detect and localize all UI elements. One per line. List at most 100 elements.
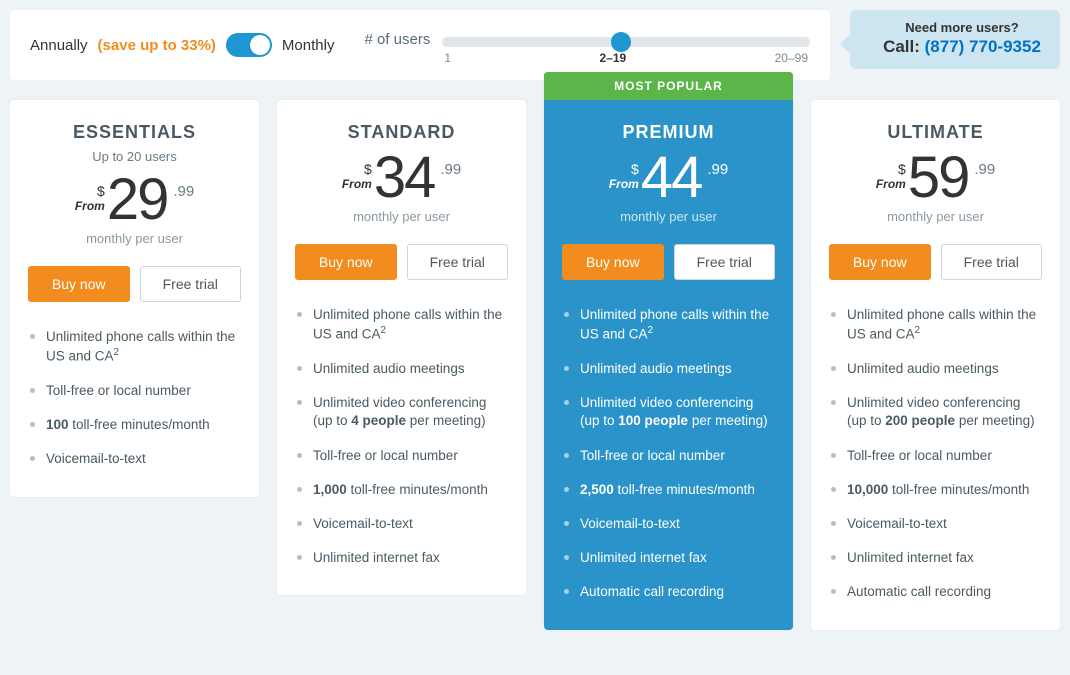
more-users-callout: Need more users? Call: (877) 770-9352 [850, 10, 1060, 69]
topbar: Annually (save up to 33%) Monthly # of u… [0, 0, 1070, 80]
feature-item: Unlimited phone calls within the US and … [564, 298, 773, 352]
buy-now-button[interactable]: Buy now [562, 244, 664, 280]
free-trial-button[interactable]: Free trial [140, 266, 242, 302]
callout-title: Need more users? [880, 20, 1044, 35]
feature-item: 100 toll-free minutes/month [30, 408, 239, 442]
plan-card-premium: MOST POPULAR PREMIUM $ From 44 .99 month… [544, 72, 793, 630]
slider-tick: 20–99 [775, 51, 808, 65]
billing-controls: Annually (save up to 33%) Monthly # of u… [10, 10, 830, 80]
feature-item: Unlimited video conferencing (up to 4 pe… [297, 386, 506, 438]
price-main: 44 [641, 149, 702, 207]
plan-name: ESSENTIALS [20, 122, 249, 143]
dollar-sign: $ [364, 161, 372, 177]
price-row: $ From 34 .99 [287, 149, 516, 207]
feature-item: Unlimited video conferencing (up to 100 … [564, 386, 773, 438]
from-label: From [342, 177, 372, 191]
feature-item: Toll-free or local number [831, 439, 1040, 473]
price-prefix: $ From [609, 149, 639, 191]
call-prefix: Call: [883, 37, 925, 56]
feature-item: Unlimited video conferencing (up to 200 … [831, 386, 1040, 438]
plan-card-ultimate: ULTIMATE $ From 59 .99 monthly per user … [811, 100, 1060, 630]
monthly-label: Monthly [282, 37, 335, 54]
price-row: $ From 59 .99 [821, 149, 1050, 207]
buy-now-button[interactable]: Buy now [295, 244, 397, 280]
free-trial-button[interactable]: Free trial [941, 244, 1043, 280]
slider-tick: 1 [444, 51, 451, 65]
feature-item: Unlimited internet fax [831, 541, 1040, 575]
feature-item: Unlimited phone calls within the US and … [30, 320, 239, 374]
ribbon-most-popular: MOST POPULAR [544, 72, 793, 100]
feature-item: Toll-free or local number [30, 374, 239, 408]
user-slider-group: # of users 1 2–19 20–99 [364, 25, 810, 65]
plan-sub: Up to 20 users [20, 149, 249, 165]
feature-item: Automatic call recording [831, 575, 1040, 609]
feature-item: 10,000 toll-free minutes/month [831, 473, 1040, 507]
price-main: 59 [908, 149, 969, 207]
slider-ticks: 1 2–19 20–99 [442, 51, 810, 65]
feature-item: Unlimited phone calls within the US and … [831, 298, 1040, 352]
phone-number[interactable]: (877) 770-9352 [925, 37, 1041, 56]
feature-item: 1,000 toll-free minutes/month [297, 473, 506, 507]
plan-name: PREMIUM [554, 122, 783, 143]
free-trial-button[interactable]: Free trial [407, 244, 509, 280]
plans-row: ESSENTIALS Up to 20 users $ From 29 .99 … [0, 80, 1070, 630]
button-row: Buy now Free trial [544, 230, 793, 298]
feature-item: Voicemail-to-text [30, 442, 239, 476]
plan-header: ESSENTIALS Up to 20 users $ From 29 .99 … [10, 100, 259, 252]
price-main: 34 [374, 149, 435, 207]
feature-item: Automatic call recording [564, 575, 773, 609]
feature-item: Unlimited audio meetings [564, 352, 773, 386]
plan-card-standard: STANDARD $ From 34 .99 monthly per user … [277, 100, 526, 595]
billing-toggle-group: Annually (save up to 33%) Monthly [30, 33, 334, 57]
button-row: Buy now Free trial [10, 252, 259, 320]
feature-item: Unlimited audio meetings [831, 352, 1040, 386]
dollar-sign: $ [631, 161, 639, 177]
feature-list: Unlimited phone calls within the US and … [277, 298, 526, 575]
feature-item: Voicemail-to-text [831, 507, 1040, 541]
plan-card-essentials: ESSENTIALS Up to 20 users $ From 29 .99 … [10, 100, 259, 497]
buy-now-button[interactable]: Buy now [829, 244, 931, 280]
feature-item: Unlimited internet fax [297, 541, 506, 575]
slider-handle[interactable] [611, 32, 631, 52]
feature-item: Voicemail-to-text [297, 507, 506, 541]
feature-list: Unlimited phone calls within the US and … [10, 320, 259, 477]
button-row: Buy now Free trial [277, 230, 526, 298]
feature-item: Voicemail-to-text [564, 507, 773, 541]
price-cents: .99 [703, 149, 728, 178]
price-cents: .99 [169, 171, 194, 200]
price-unit: monthly per user [821, 209, 1050, 224]
slider-wrap: 1 2–19 20–99 [442, 25, 810, 65]
plan-name: ULTIMATE [821, 122, 1050, 143]
price-prefix: $ From [342, 149, 372, 191]
feature-item: Unlimited internet fax [564, 541, 773, 575]
feature-item: 2,500 toll-free minutes/month [564, 473, 773, 507]
from-label: From [876, 177, 906, 191]
price-unit: monthly per user [554, 209, 783, 224]
annually-label: Annually [30, 37, 88, 54]
price-unit: monthly per user [287, 209, 516, 224]
feature-list: Unlimited phone calls within the US and … [544, 298, 793, 610]
from-label: From [609, 177, 639, 191]
price-prefix: $ From [876, 149, 906, 191]
feature-item: Unlimited phone calls within the US and … [297, 298, 506, 352]
user-slider[interactable] [442, 37, 810, 47]
buy-now-button[interactable]: Buy now [28, 266, 130, 302]
price-cents: .99 [436, 149, 461, 178]
feature-item: Toll-free or local number [564, 439, 773, 473]
free-trial-button[interactable]: Free trial [674, 244, 776, 280]
dollar-sign: $ [898, 161, 906, 177]
save-text: (save up to 33%) [98, 37, 216, 54]
billing-toggle[interactable] [226, 33, 272, 57]
plan-name: STANDARD [287, 122, 516, 143]
price-main: 29 [107, 171, 168, 229]
feature-item: Unlimited audio meetings [297, 352, 506, 386]
price-row: $ From 29 .99 [20, 171, 249, 229]
price-prefix: $ From [75, 171, 105, 213]
price-row: $ From 44 .99 [554, 149, 783, 207]
plan-header: STANDARD $ From 34 .99 monthly per user [277, 100, 526, 230]
callout-phone: Call: (877) 770-9352 [880, 37, 1044, 57]
price-cents: .99 [970, 149, 995, 178]
slider-tick: 2–19 [599, 51, 626, 65]
plan-header: ULTIMATE $ From 59 .99 monthly per user [811, 100, 1060, 230]
feature-item: Toll-free or local number [297, 439, 506, 473]
